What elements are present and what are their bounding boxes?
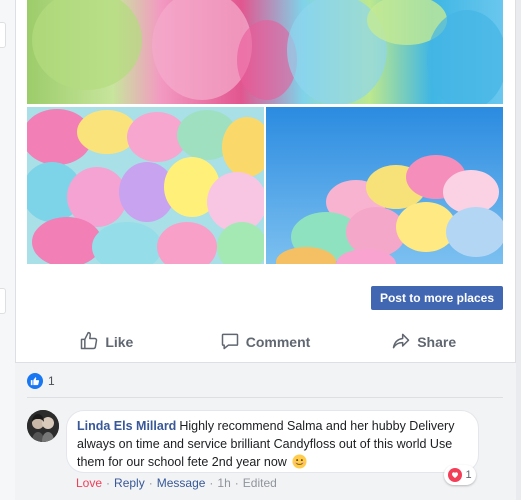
reply-link[interactable]: Reply (114, 476, 145, 490)
smiling-face-icon (292, 454, 307, 469)
like-label: Like (105, 334, 134, 350)
comment-bubble: Linda Els Millard Highly recommend Salma … (66, 410, 479, 473)
message-link[interactable]: Message (157, 476, 206, 490)
left-sidebar-edge (0, 0, 15, 500)
separator-dot: · (148, 476, 153, 490)
comment-bubble-icon (220, 331, 240, 354)
reaction-count: 1 (48, 374, 55, 388)
post-action-bar: Like Comment Share (27, 325, 503, 359)
share-arrow-icon (391, 331, 411, 354)
comment-label: Comment (245, 334, 311, 350)
separator-dot: · (234, 476, 239, 490)
love-link[interactable]: Love (76, 476, 102, 490)
post-photo-bottom-left[interactable] (27, 107, 264, 264)
edited-label[interactable]: Edited (243, 476, 277, 490)
separator-dot: · (106, 476, 111, 490)
reactions-summary[interactable]: 1 (27, 373, 55, 389)
right-edge (516, 0, 521, 500)
comment-actions: Love · Reply · Message · 1h · Edited (76, 476, 277, 490)
comment-author-link[interactable]: Linda Els Millard (77, 419, 176, 433)
like-button[interactable]: Like (27, 331, 186, 354)
comment-button[interactable]: Comment (186, 331, 345, 354)
comment-reaction-count: 1 (465, 469, 472, 481)
left-tab[interactable] (0, 22, 6, 48)
comment-reaction-pill[interactable]: 1 (444, 465, 476, 485)
post-to-more-places-button[interactable]: Post to more places (371, 286, 503, 310)
heart-icon (448, 468, 463, 482)
post-photo-bottom-right[interactable] (266, 107, 503, 264)
thumbs-up-icon (27, 373, 43, 389)
separator-dot: · (209, 476, 214, 490)
share-label: Share (417, 334, 457, 350)
thumbs-up-icon (79, 331, 99, 354)
avatar[interactable] (27, 410, 59, 442)
share-button[interactable]: Share (344, 331, 503, 354)
divider (27, 397, 503, 398)
left-tab[interactable] (0, 288, 6, 314)
post-photo-top[interactable] (27, 0, 503, 104)
comment-timestamp[interactable]: 1h (217, 476, 230, 490)
